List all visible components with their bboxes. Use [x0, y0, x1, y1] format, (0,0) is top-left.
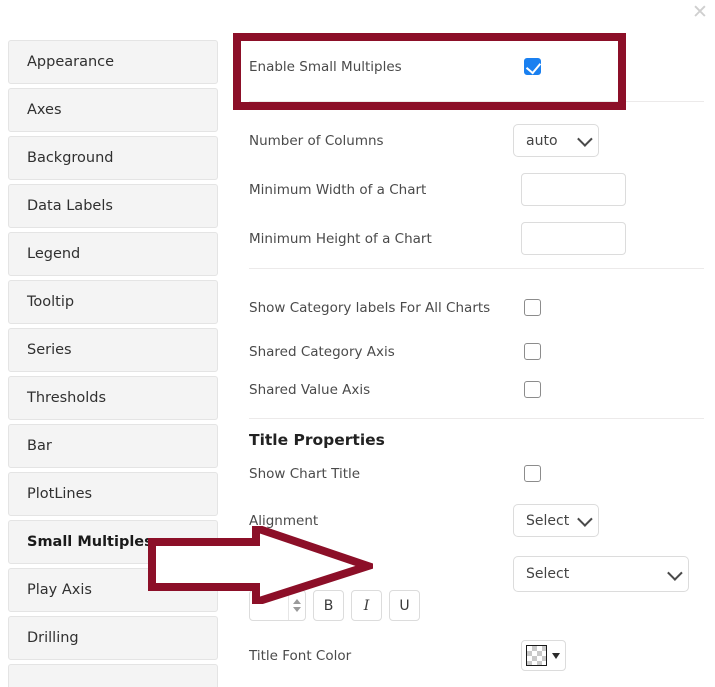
- sidebar-item-background[interactable]: Background: [8, 136, 218, 180]
- italic-button[interactable]: I: [351, 590, 382, 621]
- sidebar-item-label: Appearance: [27, 54, 115, 70]
- sidebar-item-label: Small Multiples: [27, 534, 153, 550]
- chevron-down-icon: [577, 131, 593, 147]
- divider: [249, 418, 704, 419]
- alignment-row: Alignment Select: [249, 504, 704, 537]
- small-multiples-settings-panel: Enable Small Multiples Number of Columns…: [233, 0, 715, 687]
- font-size-input[interactable]: [250, 591, 288, 620]
- underline-button[interactable]: U: [389, 590, 420, 621]
- sidebar-item-label: Bar: [27, 438, 52, 454]
- title-font-color-label: Title Font Color: [249, 647, 352, 664]
- shared-value-axis-label: Shared Value Axis: [249, 381, 371, 398]
- sidebar-item-appearance[interactable]: Appearance: [8, 40, 218, 84]
- sidebar-item-play-axis[interactable]: Play Axis: [8, 568, 218, 612]
- title-font-color-row: Title Font Color: [249, 640, 704, 671]
- show-category-labels-label: Show Category labels For All Charts: [249, 299, 491, 316]
- title-font-label: Title Font: [249, 566, 312, 582]
- shared-value-axis-checkbox[interactable]: [524, 381, 541, 398]
- shared-category-axis-label: Shared Category Axis: [249, 343, 395, 360]
- show-category-labels-checkbox[interactable]: [524, 299, 541, 316]
- stepper-arrows[interactable]: [288, 591, 305, 620]
- sidebar-item-bar[interactable]: Bar: [8, 424, 218, 468]
- number-of-columns-row: Number of Columns auto: [249, 124, 704, 157]
- title-properties-heading: Title Properties: [249, 431, 385, 449]
- sidebar-item-drilling[interactable]: Drilling: [8, 616, 218, 660]
- title-font-row: Title Font Select: [249, 556, 704, 592]
- sidebar-item-small-multiples[interactable]: Small Multiples >: [8, 520, 218, 564]
- settings-sidebar: Appearance Axes Background Data Labels L…: [8, 40, 218, 687]
- show-category-labels-row: Show Category labels For All Charts: [249, 299, 704, 316]
- sidebar-item-label: Background: [27, 150, 114, 166]
- chevron-down-icon: [577, 511, 593, 527]
- sidebar-item-axes[interactable]: Axes: [8, 88, 218, 132]
- number-of-columns-select[interactable]: auto: [513, 124, 599, 157]
- enable-small-multiples-label: Enable Small Multiples: [249, 58, 402, 75]
- sidebar-item-legend[interactable]: Legend: [8, 232, 218, 276]
- chevron-down-icon: [667, 564, 683, 581]
- font-size-stepper[interactable]: [249, 590, 306, 621]
- title-properties-heading-row: Title Properties: [249, 431, 385, 449]
- minimum-width-label: Minimum Width of a Chart: [249, 181, 427, 198]
- sidebar-item-label: Legend: [27, 246, 81, 262]
- sidebar-item-label: Series: [27, 342, 72, 358]
- enable-small-multiples-row: Enable Small Multiples: [249, 58, 704, 75]
- sidebar-item-plotlines[interactable]: PlotLines: [8, 472, 218, 516]
- bold-button[interactable]: B: [313, 590, 344, 621]
- shared-category-axis-checkbox[interactable]: [524, 343, 541, 360]
- sidebar-item-label: Data Labels: [27, 198, 113, 214]
- chevron-right-icon: >: [184, 534, 195, 550]
- caret-down-icon[interactable]: [293, 607, 301, 612]
- sidebar-item-tooltip[interactable]: Tooltip: [8, 280, 218, 324]
- show-chart-title-checkbox[interactable]: [524, 465, 541, 482]
- sidebar-item-thresholds[interactable]: Thresholds: [8, 376, 218, 420]
- sidebar-item-series[interactable]: Series: [8, 328, 218, 372]
- minimum-height-label: Minimum Height of a Chart: [249, 230, 432, 247]
- sidebar-item-label: Tooltip: [27, 294, 75, 310]
- sidebar-item-label: Drilling: [27, 630, 79, 646]
- sidebar-item-label: PlotLines: [27, 486, 93, 502]
- color-swatch: [526, 645, 547, 666]
- sidebar-item-label: Axes: [27, 102, 62, 118]
- number-of-columns-value: auto: [526, 132, 558, 149]
- minimum-height-input[interactable]: [521, 222, 626, 255]
- sidebar-item-label: Thresholds: [27, 390, 107, 406]
- shared-value-axis-row: Shared Value Axis: [249, 381, 704, 398]
- alignment-value: Select: [526, 512, 570, 529]
- title-font-style-toolbar: B I U: [249, 590, 420, 621]
- title-font-value: Select: [526, 566, 570, 582]
- caret-up-icon[interactable]: [293, 599, 301, 604]
- minimum-height-row: Minimum Height of a Chart: [249, 222, 704, 255]
- shared-category-axis-row: Shared Category Axis: [249, 343, 704, 360]
- divider: [249, 101, 704, 102]
- minimum-width-input[interactable]: [521, 173, 626, 206]
- alignment-label: Alignment: [249, 512, 319, 529]
- title-font-select[interactable]: Select: [513, 556, 689, 592]
- enable-small-multiples-checkbox[interactable]: [524, 58, 541, 75]
- settings-dialog: ✕ Appearance Axes Background Data Labels…: [0, 0, 715, 687]
- caret-down-icon: [552, 652, 560, 659]
- divider: [249, 268, 704, 269]
- show-chart-title-row: Show Chart Title: [249, 465, 704, 482]
- sidebar-item-partial[interactable]: [8, 664, 218, 687]
- sidebar-item-label: Play Axis: [27, 582, 92, 598]
- title-font-color-picker[interactable]: [521, 640, 566, 671]
- show-chart-title-label: Show Chart Title: [249, 465, 361, 482]
- alignment-select[interactable]: Select: [513, 504, 599, 537]
- sidebar-item-data-labels[interactable]: Data Labels: [8, 184, 218, 228]
- number-of-columns-label: Number of Columns: [249, 132, 384, 149]
- minimum-width-row: Minimum Width of a Chart: [249, 173, 704, 206]
